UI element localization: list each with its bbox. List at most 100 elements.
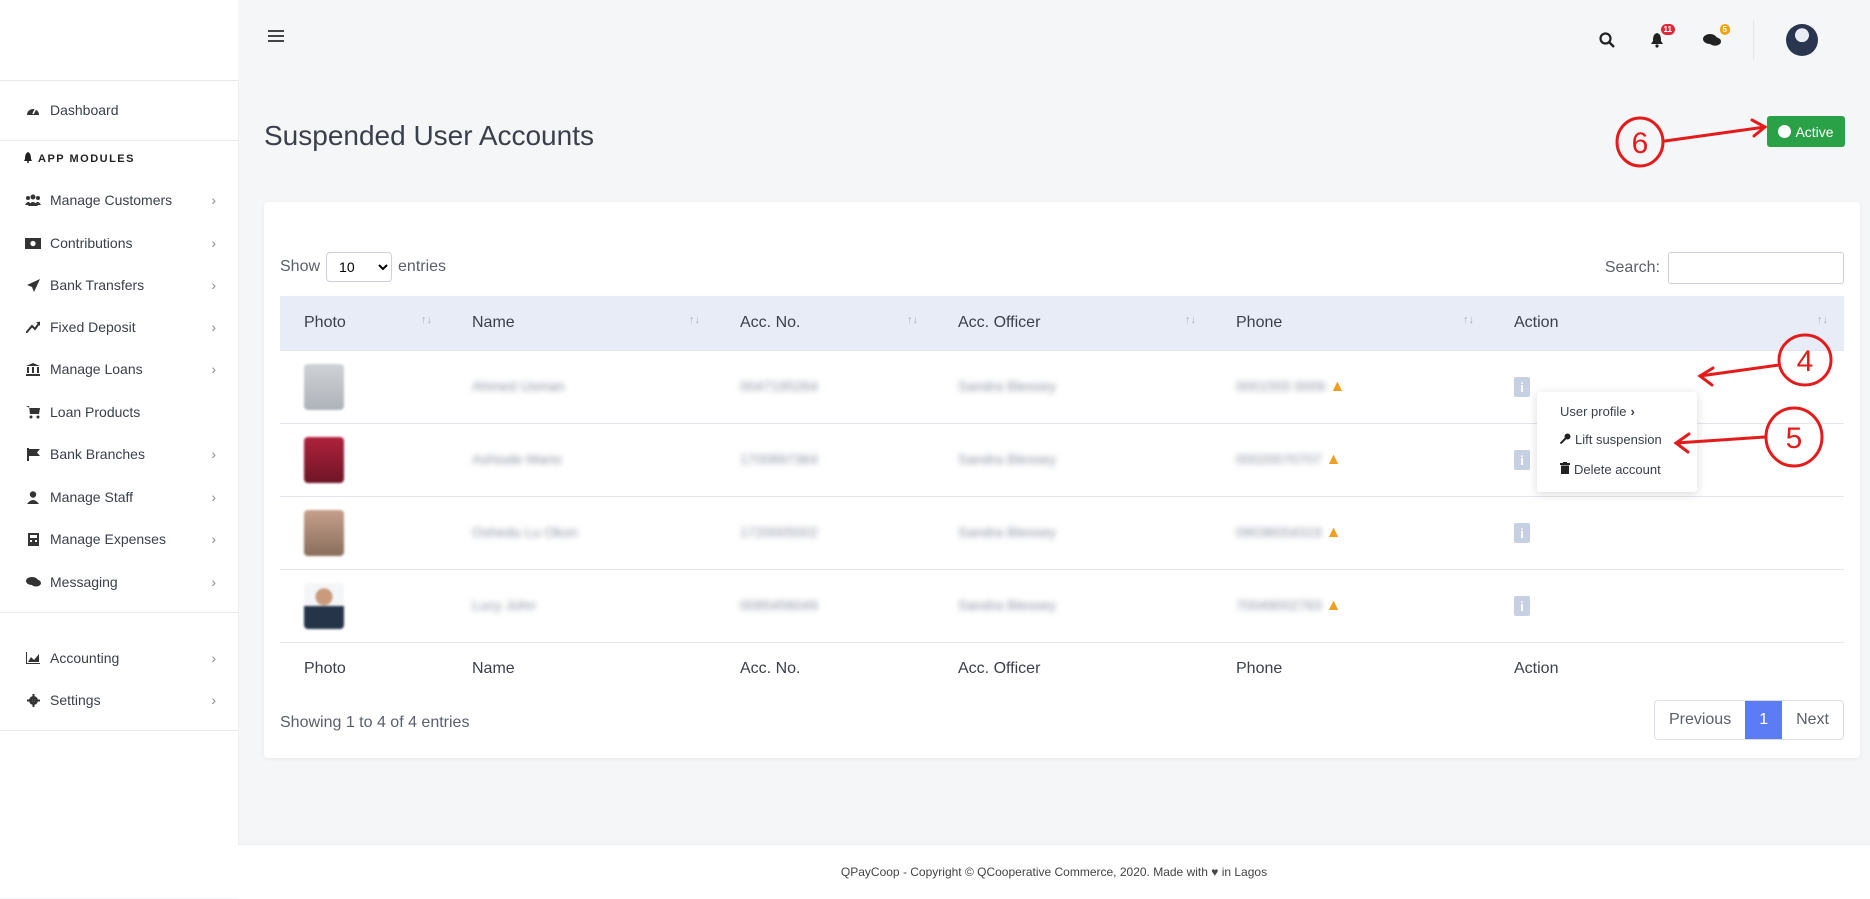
- warning-icon: ▲: [1329, 378, 1346, 395]
- info-icon[interactable]: i: [1514, 596, 1530, 616]
- action-dropdown-menu: User profile › Lift suspension Delete ac…: [1537, 392, 1697, 492]
- sidebar-item-fixed-deposit[interactable]: Fixed Deposit ›: [24, 312, 224, 342]
- search-input[interactable]: [1668, 252, 1844, 284]
- dashboard-icon: [24, 101, 42, 119]
- user-photo: [304, 583, 344, 629]
- chevron-right-icon: ›: [211, 692, 216, 708]
- phone-number: 09036054319: [1236, 524, 1322, 540]
- info-icon[interactable]: i: [1514, 377, 1530, 397]
- user-profile-item[interactable]: User profile ›: [1560, 404, 1635, 419]
- topbar: 11 5: [238, 0, 1870, 80]
- next-button[interactable]: Next: [1782, 701, 1843, 739]
- sort-icon: ↑↓: [1185, 314, 1196, 326]
- column-header-acc-no[interactable]: Acc. No. ↑↓: [716, 296, 934, 351]
- chevron-right-icon: ›: [211, 446, 216, 462]
- sidebar-item-label: Bank Transfers: [50, 277, 145, 293]
- account-officer: Sandra Blessey: [958, 524, 1057, 540]
- search-icon[interactable]: [1595, 28, 1619, 52]
- sidebar-item-label: Settings: [50, 692, 101, 708]
- chevron-right-icon: ›: [211, 574, 216, 590]
- notifications-icon[interactable]: 11: [1645, 24, 1675, 52]
- status-label: Active: [1795, 123, 1834, 140]
- chevron-right-icon: ›: [211, 319, 216, 335]
- sidebar-item-accounting[interactable]: Accounting ›: [24, 643, 224, 673]
- account-number: 0047195264: [740, 378, 818, 394]
- sidebar-item-messaging[interactable]: Messaging ›: [24, 567, 224, 597]
- sidebar-item-manage-staff[interactable]: Manage Staff ›: [24, 482, 224, 512]
- sort-icon: ↑↓: [1817, 314, 1828, 326]
- bank-icon: [24, 360, 42, 378]
- user-photo: [304, 364, 344, 410]
- chevron-right-icon: ›: [211, 235, 216, 251]
- messages-icon[interactable]: 5: [1700, 24, 1730, 52]
- user-name: Ahmed Usman: [472, 378, 565, 394]
- sidebar-item-manage-expenses[interactable]: Manage Expenses ›: [24, 524, 224, 554]
- sidebar-item-manage-customers[interactable]: Manage Customers ›: [24, 185, 224, 215]
- sort-icon: ↑↓: [689, 314, 700, 326]
- chevron-right-icon: ›: [211, 277, 216, 293]
- column-header-name[interactable]: Name ↑↓: [448, 296, 716, 351]
- accounts-table: Photo ↑↓ Name ↑↓ Acc. No. ↑↓ Acc. Officer ↑↓…: [280, 296, 1844, 695]
- user-name: Ashiode Mario: [472, 451, 562, 467]
- sidebar-divider: [0, 80, 238, 81]
- sidebar-item-bank-transfers[interactable]: Bank Transfers ›: [24, 270, 224, 300]
- account-number: 1700897364: [740, 451, 818, 467]
- sort-icon: ↑↓: [907, 314, 918, 326]
- column-header-acc-officer[interactable]: Acc. Officer ↑↓: [934, 296, 1212, 351]
- chevron-right-icon: ›: [211, 650, 216, 666]
- money-icon: [24, 234, 42, 252]
- sidebar-item-manage-loans[interactable]: Manage Loans ›: [24, 354, 224, 384]
- menu-toggle-icon[interactable]: [268, 30, 284, 42]
- lift-suspension-item[interactable]: Lift suspension: [1559, 432, 1662, 447]
- column-header-phone[interactable]: Phone ↑↓: [1212, 296, 1490, 351]
- sidebar-item-label: Manage Staff: [50, 489, 134, 505]
- page-title: Suspended User Accounts: [264, 120, 594, 151]
- message-badge: 5: [1719, 24, 1730, 35]
- status-button[interactable]: Active: [1767, 116, 1845, 147]
- chevron-right-icon: ›: [211, 361, 216, 377]
- sidebar-divider: [0, 730, 238, 731]
- sidebar-item-dashboard[interactable]: Dashboard: [24, 95, 224, 125]
- user-avatar[interactable]: [1786, 24, 1818, 56]
- trash-icon: [1560, 462, 1570, 477]
- key-icon: [1559, 432, 1571, 447]
- info-icon[interactable]: i: [1514, 450, 1530, 470]
- sort-icon: ↑↓: [421, 314, 432, 326]
- phone-number: 00020070707: [1236, 451, 1322, 467]
- page-1-button[interactable]: 1: [1745, 701, 1783, 739]
- sidebar: Dashboard APP MODULES Manage Customers ›…: [0, 0, 239, 898]
- sidebar-item-loan-products[interactable]: Loan Products: [24, 397, 224, 427]
- sort-icon: ↑↓: [1463, 314, 1474, 326]
- sidebar-item-label: Accounting: [50, 650, 120, 666]
- annotation-circle-6: [1615, 116, 1665, 168]
- column-header-photo[interactable]: Photo ↑↓: [280, 296, 448, 351]
- user-name: Lucy John: [472, 597, 536, 613]
- users-icon: [24, 191, 42, 209]
- account-officer: Sandra Blessey: [958, 597, 1057, 613]
- user-name: Oshedu Lu Okon: [472, 524, 578, 540]
- page-footer: QPayCoop - Copyright © QCooperative Comm…: [238, 844, 1870, 899]
- table-info: Showing 1 to 4 of 4 entries: [280, 714, 470, 731]
- delete-account-item[interactable]: Delete account: [1560, 462, 1661, 477]
- previous-button[interactable]: Previous: [1654, 701, 1746, 739]
- info-icon[interactable]: i: [1514, 523, 1530, 543]
- sidebar-item-label: Dashboard: [50, 102, 119, 118]
- table-footer-row: Photo Name Acc. No. Acc. Officer Phone A…: [280, 642, 1844, 695]
- sidebar-item-bank-branches[interactable]: Bank Branches ›: [24, 439, 224, 469]
- sidebar-item-label: Loan Products: [50, 404, 141, 420]
- chevron-right-icon: ›: [211, 489, 216, 505]
- annotation-label-6: 6: [1632, 127, 1649, 160]
- warning-icon: ▲: [1325, 451, 1342, 468]
- status-dot-icon: [1778, 125, 1792, 138]
- sidebar-item-settings[interactable]: Settings ›: [24, 685, 224, 715]
- flag-icon: [24, 445, 42, 463]
- annotation-arrow-6: [1663, 125, 1767, 143]
- page-length-select[interactable]: 10: [326, 252, 393, 282]
- sidebar-item-contributions[interactable]: Contributions ›: [24, 228, 224, 258]
- chevron-right-icon: ›: [211, 192, 216, 208]
- table-search: Search:: [1605, 252, 1844, 284]
- column-header-action[interactable]: Action ↑↓: [1490, 296, 1844, 351]
- page-length-control: Show 10 entries: [280, 252, 446, 282]
- chevron-right-icon: ›: [211, 531, 216, 547]
- phone-number: 0001555 0009: [1236, 378, 1326, 394]
